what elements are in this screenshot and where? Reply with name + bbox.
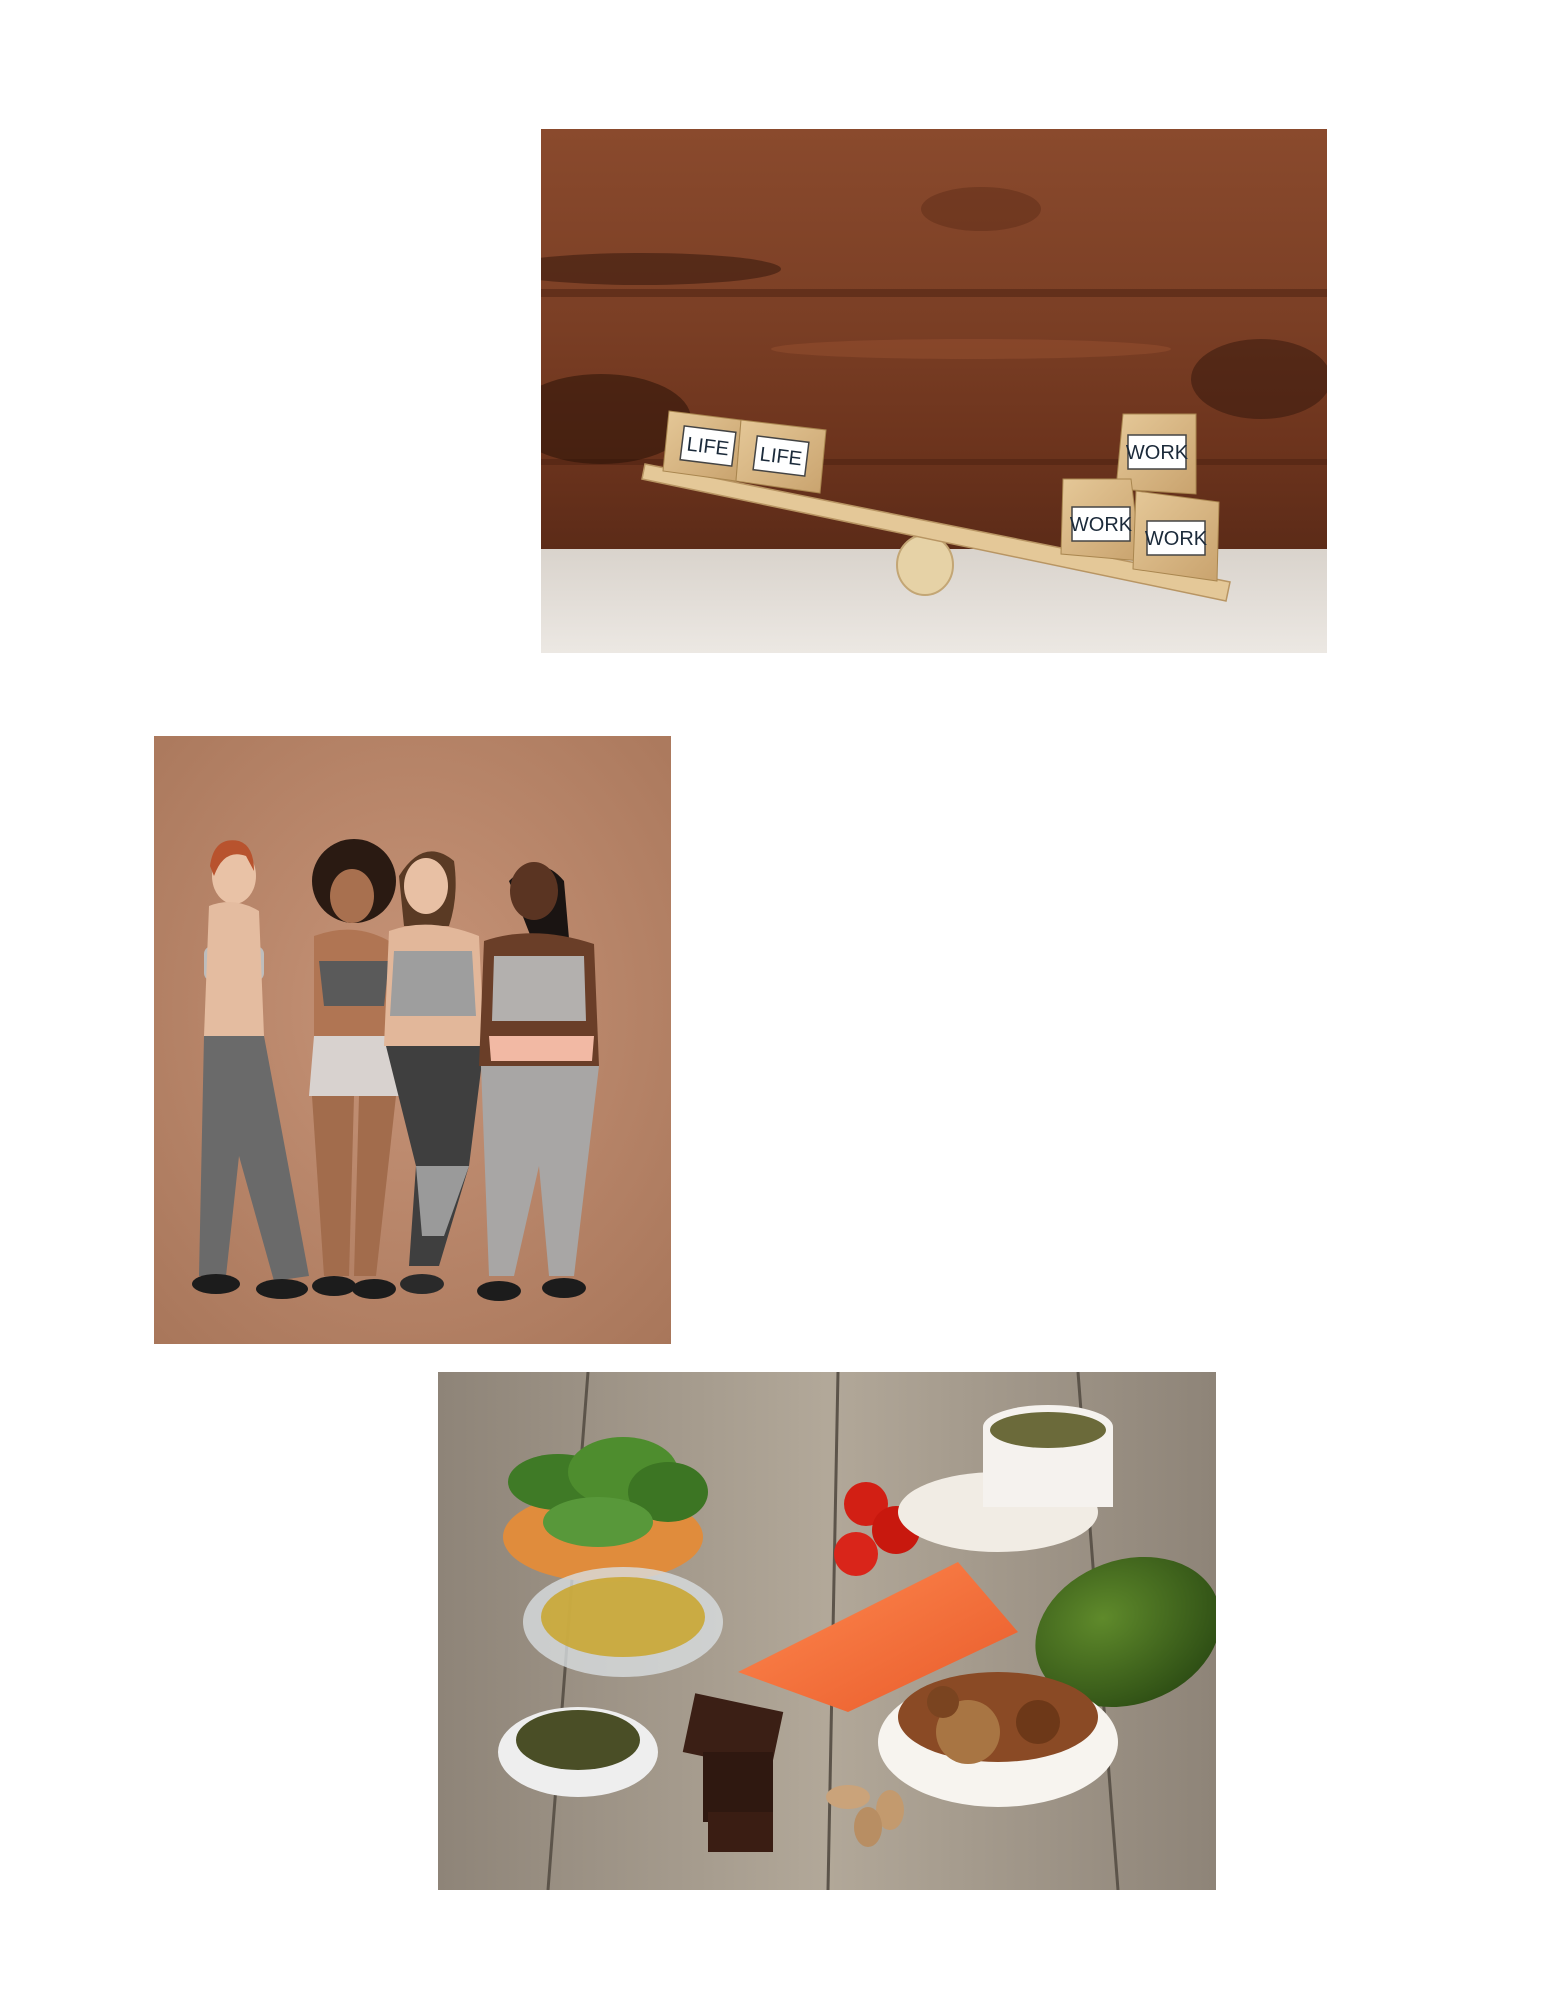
svg-text:WORK: WORK xyxy=(1070,514,1133,536)
work-life-balance-photo: LIFE LIFE WORK WORK WORK xyxy=(541,129,1327,653)
work-life-balance-illustration: LIFE LIFE WORK WORK WORK xyxy=(541,129,1327,653)
work-block-left: WORK xyxy=(1060,478,1142,562)
almond xyxy=(854,1807,882,1847)
svg-text:WORK: WORK xyxy=(1126,442,1189,464)
olive-oil-bowl xyxy=(523,1567,723,1677)
healthy-food-photo xyxy=(438,1372,1216,1890)
group-of-women-illustration xyxy=(154,736,671,1344)
group-of-women-photo xyxy=(154,736,671,1344)
life-block-1: LIFE xyxy=(662,410,742,482)
almond xyxy=(826,1785,870,1809)
svg-text:WORK: WORK xyxy=(1145,528,1208,550)
green-tea-bowl xyxy=(498,1707,658,1797)
healthy-food-illustration xyxy=(438,1372,1216,1890)
life-block-2: LIFE xyxy=(735,419,827,494)
work-block-right: WORK xyxy=(1132,490,1220,582)
